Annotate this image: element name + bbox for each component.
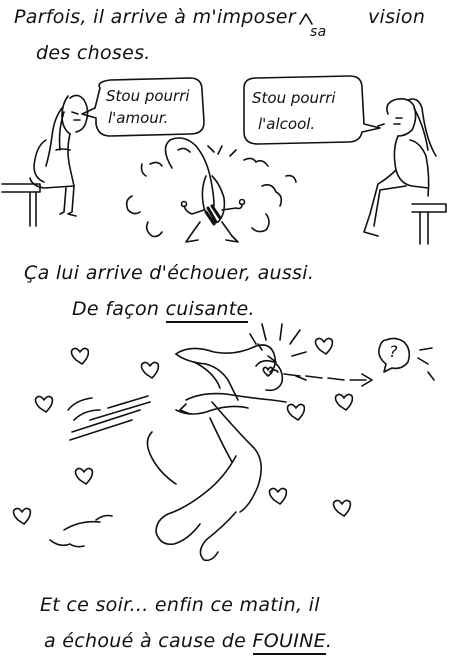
center-creature <box>125 137 297 243</box>
heart-icon <box>70 347 90 365</box>
heart-icon <box>332 499 352 517</box>
comic-page: Parfois, il arrive à m'imposer sa vision… <box>0 0 450 660</box>
insertion-caret <box>299 13 313 25</box>
flying-character <box>49 323 435 562</box>
left-character <box>1 94 89 227</box>
heart-icon <box>140 361 160 379</box>
speech-right-line-1: Stou pourri <box>252 89 336 107</box>
heart-icon <box>74 467 94 485</box>
heart-icon <box>334 393 354 411</box>
heart-icon <box>268 487 288 505</box>
heart-icon <box>34 395 54 413</box>
right-character <box>363 98 447 245</box>
heart-icon <box>286 403 306 421</box>
question-mark: ? <box>389 342 398 361</box>
heart-icon <box>12 507 32 525</box>
comic-drawings <box>1 13 447 562</box>
speech-right-line-2: l'alcool. <box>258 115 316 133</box>
hearts <box>12 337 354 525</box>
speech-left-line-2: l'amour. <box>108 109 169 127</box>
speech-left-line-1: Stou pourri <box>106 87 190 105</box>
heart-icon <box>314 337 334 355</box>
